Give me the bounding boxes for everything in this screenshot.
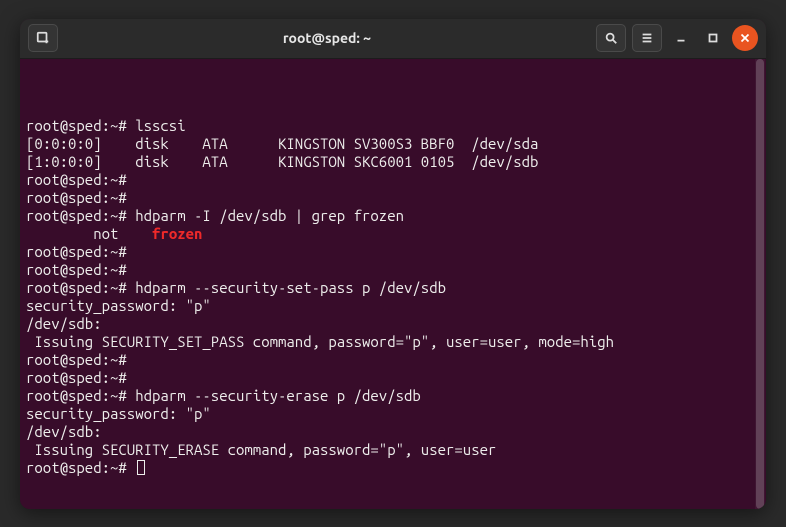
close-button[interactable]: [732, 25, 758, 51]
terminal-line: root@sped:~#: [26, 351, 760, 369]
terminal-line: root@sped:~# hdparm --security-erase p /…: [26, 387, 760, 405]
terminal-line: root@sped:~# hdparm --security-set-pass …: [26, 279, 760, 297]
terminal-line: root@sped:~#: [26, 459, 760, 477]
terminal-line: [1:0:0:0] disk ATA KINGSTON SKC6001 0105…: [26, 153, 760, 171]
maximize-button[interactable]: [700, 25, 726, 51]
terminal-window: root@sped: ~ root@sped:~# lsscsi[0:0:0:0…: [20, 19, 766, 509]
terminal-line: security_password: "p": [26, 405, 760, 423]
terminal-line: root@sped:~#: [26, 243, 760, 261]
terminal-body[interactable]: root@sped:~# lsscsi[0:0:0:0] disk ATA KI…: [20, 59, 766, 509]
terminal-line: Issuing SECURITY_ERASE command, password…: [26, 441, 760, 459]
scrollbar-thumb[interactable]: [756, 59, 764, 509]
terminal-line: /dev/sdb:: [26, 315, 760, 333]
menu-button[interactable]: [632, 24, 662, 52]
terminal-line: root@sped:~#: [26, 261, 760, 279]
terminal-line: security_password: "p": [26, 297, 760, 315]
scrollbar[interactable]: [755, 59, 765, 509]
new-tab-button[interactable]: [28, 24, 58, 52]
terminal-line: not frozen: [26, 225, 760, 243]
terminal-line: root@sped:~#: [26, 171, 760, 189]
terminal-line: Issuing SECURITY_SET_PASS command, passw…: [26, 333, 760, 351]
window-title: root@sped: ~: [58, 30, 596, 46]
terminal-line: root@sped:~# hdparm -I /dev/sdb | grep f…: [26, 207, 760, 225]
titlebar: root@sped: ~: [20, 19, 766, 59]
terminal-line: /dev/sdb:: [26, 423, 760, 441]
terminal-line: [0:0:0:0] disk ATA KINGSTON SV300S3 BBF0…: [26, 135, 760, 153]
terminal-line: root@sped:~#: [26, 189, 760, 207]
terminal-line: root@sped:~# lsscsi: [26, 117, 760, 135]
cursor: [137, 460, 145, 475]
search-button[interactable]: [596, 24, 626, 52]
minimize-button[interactable]: [668, 25, 694, 51]
terminal-line: root@sped:~#: [26, 369, 760, 387]
